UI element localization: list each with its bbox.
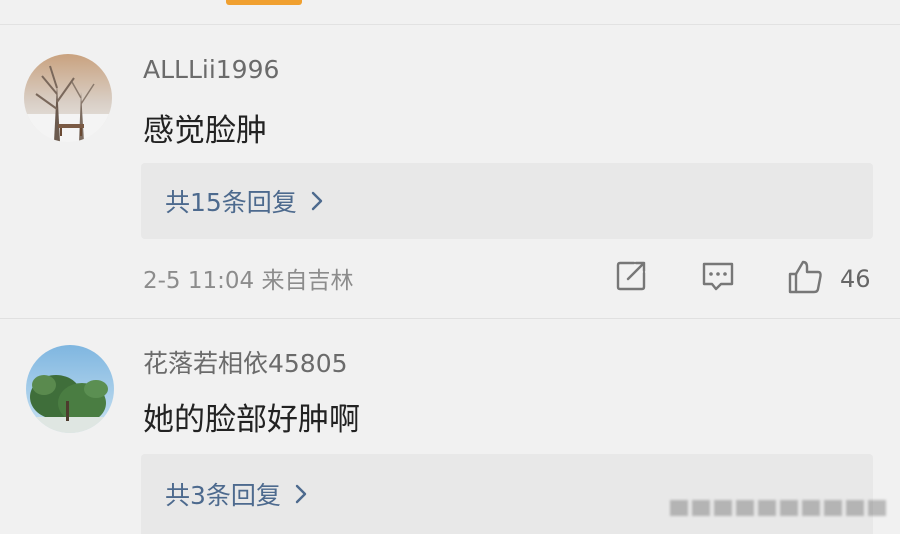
comment-button[interactable] bbox=[700, 259, 736, 297]
avatar[interactable] bbox=[24, 54, 112, 142]
like-button[interactable]: 46 bbox=[786, 259, 871, 299]
chevron-right-icon bbox=[295, 484, 307, 504]
avatar-winter-tree-image bbox=[24, 54, 112, 142]
like-icon bbox=[786, 259, 824, 299]
share-button[interactable] bbox=[614, 259, 648, 297]
reply-count-label: 共3条回复 bbox=[165, 481, 281, 510]
watermark bbox=[670, 500, 886, 516]
active-tab-indicator bbox=[226, 0, 302, 5]
comment-meta: 2-5 11:04 来自吉林 bbox=[143, 268, 354, 294]
avatar-tree-sky-image bbox=[26, 345, 114, 433]
view-replies-link[interactable]: 共15条回复 bbox=[165, 183, 323, 219]
username[interactable]: ALLLii1996 bbox=[143, 55, 279, 84]
share-icon bbox=[614, 259, 648, 297]
avatar[interactable] bbox=[26, 345, 114, 433]
comment-icon bbox=[700, 259, 736, 297]
reply-count-label: 共15条回复 bbox=[165, 188, 297, 217]
comment-text: 她的脸部好肿啊 bbox=[143, 402, 360, 438]
reply-box[interactable]: 共15条回复 bbox=[141, 163, 873, 239]
view-replies-link[interactable]: 共3条回复 bbox=[165, 476, 307, 512]
comment-text: 感觉脸肿 bbox=[143, 113, 267, 149]
comment-item: ALLLii1996 感觉脸肿 共15条回复 2-5 11:04 来自吉林 46 bbox=[0, 25, 900, 318]
chevron-right-icon bbox=[311, 191, 323, 211]
like-count: 46 bbox=[840, 265, 871, 293]
reply-box[interactable]: 共3条回复 bbox=[141, 454, 873, 534]
username[interactable]: 花落若相依45805 bbox=[143, 344, 348, 380]
